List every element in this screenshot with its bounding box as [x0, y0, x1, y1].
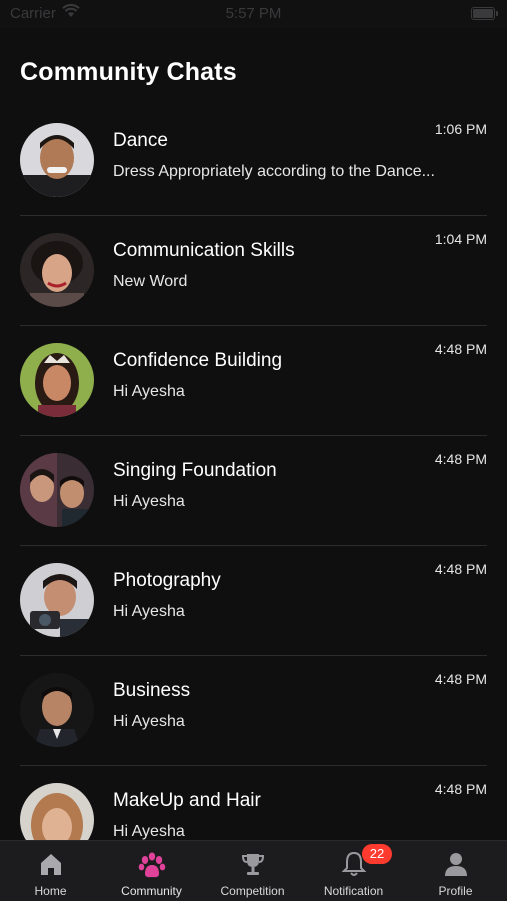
- chat-time: 4:48 PM: [434, 561, 487, 577]
- tab-home[interactable]: Home: [0, 841, 101, 901]
- chat-list: Dance Dress Appropriately according to t…: [0, 106, 507, 876]
- chat-name: Communication Skills: [113, 240, 295, 261]
- chat-time: 1:06 PM: [434, 121, 487, 137]
- chat-time: 4:48 PM: [434, 671, 487, 687]
- chat-preview: Dress Appropriately according to the Dan…: [113, 163, 435, 180]
- tab-community[interactable]: Community: [101, 841, 202, 901]
- avatar: [20, 453, 94, 527]
- notification-badge: 22: [362, 844, 392, 864]
- page-title: Community Chats: [20, 58, 237, 86]
- tab-profile[interactable]: Profile: [404, 841, 507, 901]
- status-bar: Carrier 5:57 PM: [0, 0, 507, 28]
- tab-label: Profile: [438, 884, 473, 898]
- chat-time: 4:48 PM: [434, 341, 487, 357]
- trophy-icon: [239, 850, 267, 883]
- chat-name: MakeUp and Hair: [113, 790, 261, 811]
- chat-name: Business: [113, 680, 191, 701]
- chat-name: Dance: [113, 130, 168, 151]
- chat-item-dance[interactable]: Dance Dress Appropriately according to t…: [0, 106, 507, 216]
- avatar: [20, 233, 94, 307]
- chat-name: Confidence Building: [113, 350, 283, 371]
- chat-item-photography[interactable]: Photography Hi Ayesha 4:48 PM: [0, 546, 507, 656]
- avatar: [20, 563, 94, 637]
- tab-label: Home: [34, 884, 67, 898]
- chat-name: Photography: [113, 570, 221, 591]
- tab-bar: Home Community Competition 22 Notificati…: [0, 840, 507, 901]
- tab-label: Competition: [220, 884, 285, 898]
- chat-preview: New Word: [113, 273, 188, 290]
- person-icon: [442, 850, 470, 883]
- chat-preview: Hi Ayesha: [113, 603, 185, 620]
- tab-competition[interactable]: Competition: [202, 841, 303, 901]
- chat-preview: Hi Ayesha: [113, 713, 185, 730]
- chat-item-business[interactable]: Business Hi Ayesha 4:48 PM: [0, 656, 507, 766]
- chat-item-singing-foundation[interactable]: Singing Foundation Hi Ayesha 4:48 PM: [0, 436, 507, 546]
- chat-item-confidence-building[interactable]: Confidence Building Hi Ayesha 4:48 PM: [0, 326, 507, 436]
- avatar: [20, 673, 94, 747]
- chat-time: 4:48 PM: [434, 781, 487, 797]
- home-icon: [37, 850, 65, 883]
- battery-icon: [471, 7, 498, 20]
- chat-item-communication-skills[interactable]: Communication Skills New Word 1:04 PM: [0, 216, 507, 326]
- paw-icon: [137, 850, 167, 885]
- chat-name: Singing Foundation: [113, 460, 277, 481]
- chat-time: 4:48 PM: [434, 451, 487, 467]
- tab-notification[interactable]: 22 Notification: [303, 841, 404, 901]
- chat-preview: Hi Ayesha: [113, 493, 185, 510]
- tab-label: Community: [121, 884, 182, 898]
- avatar: [20, 123, 94, 197]
- chat-preview: Hi Ayesha: [113, 823, 185, 840]
- avatar: [20, 343, 94, 417]
- chat-preview: Hi Ayesha: [113, 383, 185, 400]
- tab-label: Notification: [323, 884, 384, 898]
- status-time: 5:57 PM: [225, 5, 282, 22]
- chat-time: 1:04 PM: [434, 231, 487, 247]
